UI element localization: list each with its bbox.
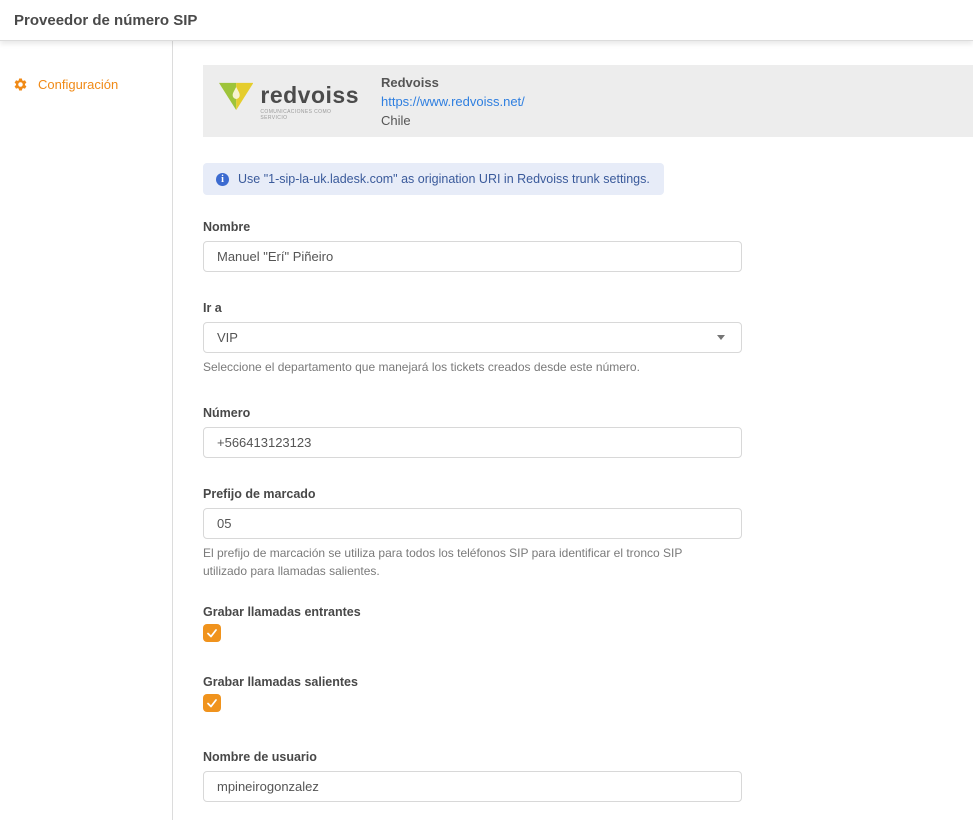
ir-a-label: Ir a xyxy=(203,301,742,315)
form-content: i Use "1-sip-la-uk.ladesk.com" as origin… xyxy=(203,137,742,802)
numero-input[interactable] xyxy=(203,427,742,458)
page-title: Proveedor de número SIP xyxy=(14,12,197,29)
provider-name: Redvoiss xyxy=(381,73,525,92)
nombre-label: Nombre xyxy=(203,220,742,234)
info-icon: i xyxy=(216,173,229,186)
grabar-entrantes-label: Grabar llamadas entrantes xyxy=(203,605,742,619)
grabar-salientes-label: Grabar llamadas salientes xyxy=(203,675,742,689)
provider-banner: redvoiss COMUNICACIONES COMO SERVICIO Re… xyxy=(203,65,973,137)
logo-wordmark: redvoiss xyxy=(260,84,359,107)
field-numero: Número xyxy=(203,406,742,458)
field-ir-a: Ir a VIP Seleccione el departamento que … xyxy=(203,301,742,377)
grabar-entrantes-checkbox[interactable] xyxy=(203,624,221,642)
alert-text: Use "1-sip-la-uk.ladesk.com" as originat… xyxy=(238,172,650,186)
numero-label: Número xyxy=(203,406,742,420)
gear-icon xyxy=(13,77,28,92)
usuario-input[interactable] xyxy=(203,771,742,802)
prefijo-input[interactable] xyxy=(203,508,742,539)
prefijo-label: Prefijo de marcado xyxy=(203,487,742,501)
grabar-salientes-checkbox[interactable] xyxy=(203,694,221,712)
logo-tagline: COMUNICACIONES COMO SERVICIO xyxy=(260,109,359,121)
prefijo-helper-text: El prefijo de marcación se utiliza para … xyxy=(203,544,728,581)
ir-a-select[interactable]: VIP xyxy=(203,322,742,353)
nombre-input[interactable] xyxy=(203,241,742,272)
sidebar: Configuración xyxy=(0,41,173,820)
page-header: Proveedor de número SIP xyxy=(0,0,973,41)
field-prefijo: Prefijo de marcado El prefijo de marcaci… xyxy=(203,487,742,581)
origination-uri-alert: i Use "1-sip-la-uk.ladesk.com" as origin… xyxy=(203,163,664,195)
main-panel: redvoiss COMUNICACIONES COMO SERVICIO Re… xyxy=(173,41,973,820)
provider-country: Chile xyxy=(381,111,525,130)
sidebar-item-label: Configuración xyxy=(38,77,118,92)
field-usuario: Nombre de usuario xyxy=(203,750,742,802)
redvoiss-logo-text: redvoiss COMUNICACIONES COMO SERVICIO xyxy=(260,84,359,121)
field-nombre: Nombre xyxy=(203,220,742,272)
ir-a-selected-value: VIP xyxy=(217,330,238,345)
usuario-label: Nombre de usuario xyxy=(203,750,742,764)
field-grabar-entrantes: Grabar llamadas entrantes xyxy=(203,605,742,642)
provider-info: Redvoiss https://www.redvoiss.net/ Chile xyxy=(381,73,525,130)
provider-url-link[interactable]: https://www.redvoiss.net/ xyxy=(381,92,525,111)
sidebar-item-configuracion[interactable]: Configuración xyxy=(0,77,172,92)
field-grabar-salientes: Grabar llamadas salientes xyxy=(203,675,742,712)
layout: Configuración redvoiss COMUNICACIONES CO… xyxy=(0,41,973,820)
redvoiss-logo: redvoiss COMUNICACIONES COMO SERVICIO xyxy=(219,81,359,121)
redvoiss-logo-mark-icon xyxy=(219,81,253,112)
check-icon xyxy=(206,697,218,709)
ir-a-helper-text: Seleccione el departamento que manejará … xyxy=(203,358,728,377)
chevron-down-icon xyxy=(717,335,725,340)
check-icon xyxy=(206,627,218,639)
